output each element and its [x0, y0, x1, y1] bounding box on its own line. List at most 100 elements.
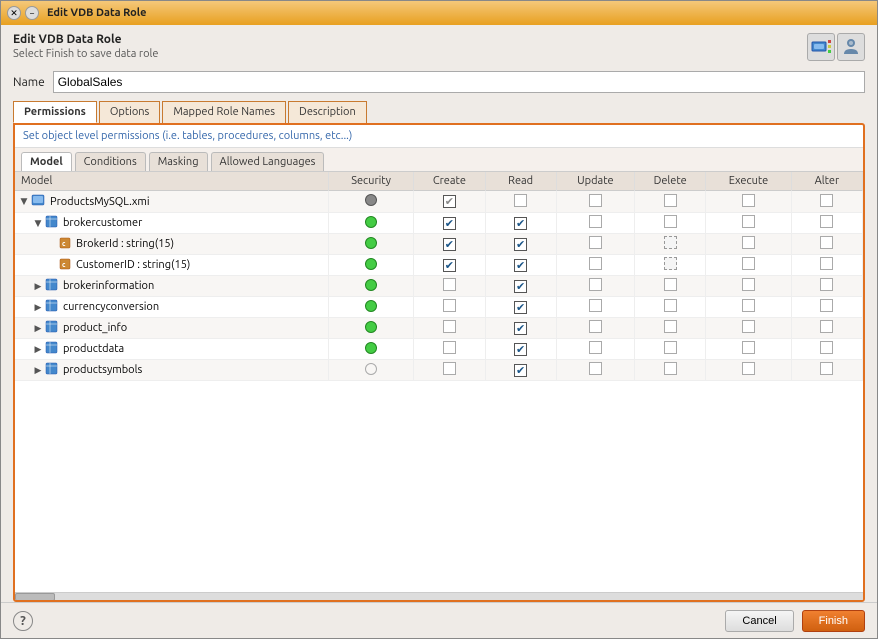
delete-cell[interactable]: [635, 339, 706, 360]
checkbox-unchecked[interactable]: [443, 320, 456, 333]
alter-cell[interactable]: [791, 318, 862, 339]
update-cell[interactable]: [556, 360, 634, 381]
checkbox-unchecked[interactable]: [742, 236, 755, 249]
checkbox-unchecked[interactable]: [664, 215, 677, 228]
execute-cell[interactable]: [706, 339, 791, 360]
checkbox-unchecked[interactable]: [664, 299, 677, 312]
name-input[interactable]: [53, 71, 865, 93]
inner-tab-masking[interactable]: Masking: [149, 152, 208, 171]
checkbox-checked[interactable]: ✔: [514, 238, 527, 251]
checkbox-unchecked[interactable]: [443, 278, 456, 291]
checkbox-unchecked[interactable]: [820, 341, 833, 354]
read-cell[interactable]: ✔: [485, 276, 556, 297]
execute-cell[interactable]: [706, 297, 791, 318]
execute-cell[interactable]: [706, 318, 791, 339]
read-cell[interactable]: ✔: [485, 339, 556, 360]
delete-cell[interactable]: [635, 234, 706, 255]
checkbox-checked[interactable]: ✔: [514, 217, 527, 230]
update-cell[interactable]: [556, 297, 634, 318]
checkbox-checked[interactable]: ✔: [514, 322, 527, 335]
checkbox-unchecked[interactable]: [664, 194, 677, 207]
update-cell[interactable]: [556, 318, 634, 339]
delete-cell[interactable]: [635, 297, 706, 318]
checkbox-unchecked[interactable]: [589, 320, 602, 333]
checkbox-unchecked[interactable]: [664, 320, 677, 333]
security-cell[interactable]: [328, 213, 413, 234]
execute-cell[interactable]: [706, 234, 791, 255]
finish-button[interactable]: Finish: [802, 610, 865, 632]
create-cell[interactable]: ✔: [414, 234, 485, 255]
scrollbar-thumb[interactable]: [15, 593, 55, 601]
expand-arrow[interactable]: ▶: [33, 344, 43, 355]
checkbox-unchecked[interactable]: [589, 278, 602, 291]
checkbox-unchecked[interactable]: [820, 236, 833, 249]
alter-cell[interactable]: [791, 213, 862, 234]
create-cell[interactable]: [414, 360, 485, 381]
alter-cell[interactable]: [791, 234, 862, 255]
checkbox-unchecked[interactable]: [443, 299, 456, 312]
checkbox-unchecked[interactable]: [443, 362, 456, 375]
checkbox-unchecked[interactable]: [742, 341, 755, 354]
checkbox-unchecked[interactable]: [742, 194, 755, 207]
inner-tab-allowed-languages[interactable]: Allowed Languages: [211, 152, 325, 171]
checkbox-unchecked[interactable]: [589, 299, 602, 312]
security-cell[interactable]: [328, 276, 413, 297]
create-cell[interactable]: [414, 276, 485, 297]
checkbox-unchecked[interactable]: [514, 194, 527, 207]
read-cell[interactable]: ✔: [485, 318, 556, 339]
delete-cell[interactable]: [635, 360, 706, 381]
close-button[interactable]: ✕: [7, 6, 21, 20]
create-cell[interactable]: ✔: [414, 191, 485, 213]
checkbox-unchecked[interactable]: [820, 194, 833, 207]
create-cell[interactable]: ✔: [414, 255, 485, 276]
alter-cell[interactable]: [791, 360, 862, 381]
read-cell[interactable]: ✔: [485, 255, 556, 276]
update-cell[interactable]: [556, 255, 634, 276]
expand-arrow[interactable]: ▼: [19, 196, 29, 207]
checkbox-checked[interactable]: ✔: [443, 217, 456, 230]
create-cell[interactable]: ✔: [414, 213, 485, 234]
execute-cell[interactable]: [706, 255, 791, 276]
alter-cell[interactable]: [791, 339, 862, 360]
checkbox-unchecked[interactable]: [589, 341, 602, 354]
checkbox-unchecked[interactable]: [589, 215, 602, 228]
checkbox-unchecked[interactable]: [589, 257, 602, 270]
checkbox-checked[interactable]: ✔: [514, 343, 527, 356]
security-cell[interactable]: [328, 318, 413, 339]
execute-cell[interactable]: [706, 213, 791, 234]
checkbox-unchecked-light[interactable]: [664, 257, 677, 270]
update-cell[interactable]: [556, 234, 634, 255]
security-cell[interactable]: [328, 191, 413, 213]
checkbox-unchecked[interactable]: [820, 362, 833, 375]
execute-cell[interactable]: [706, 191, 791, 213]
alter-cell[interactable]: [791, 297, 862, 318]
checkbox-unchecked[interactable]: [443, 341, 456, 354]
alter-cell[interactable]: [791, 191, 862, 213]
horizontal-scrollbar[interactable]: [15, 592, 863, 600]
create-cell[interactable]: [414, 339, 485, 360]
execute-cell[interactable]: [706, 276, 791, 297]
checkbox-checked[interactable]: ✔: [514, 259, 527, 272]
checkbox-unchecked[interactable]: [742, 299, 755, 312]
delete-cell[interactable]: [635, 191, 706, 213]
delete-cell[interactable]: [635, 255, 706, 276]
checkbox-unchecked[interactable]: [742, 215, 755, 228]
tab-options[interactable]: Options: [99, 101, 160, 123]
checkbox-unchecked[interactable]: [820, 215, 833, 228]
expand-arrow[interactable]: ▶: [33, 323, 43, 334]
checkbox-unchecked[interactable]: [742, 362, 755, 375]
checkbox-checked[interactable]: ✔: [443, 238, 456, 251]
update-cell[interactable]: [556, 339, 634, 360]
execute-cell[interactable]: [706, 360, 791, 381]
security-cell[interactable]: [328, 360, 413, 381]
checkbox-unchecked[interactable]: [742, 320, 755, 333]
checkbox-unchecked[interactable]: [589, 194, 602, 207]
checkbox-checked[interactable]: ✔: [514, 280, 527, 293]
checkbox-unchecked[interactable]: [742, 278, 755, 291]
checkbox-unchecked[interactable]: [664, 362, 677, 375]
checkbox-unchecked[interactable]: [664, 278, 677, 291]
security-cell[interactable]: [328, 297, 413, 318]
inner-tab-model[interactable]: Model: [21, 152, 72, 171]
read-cell[interactable]: ✔: [485, 360, 556, 381]
expand-arrow[interactable]: ▶: [33, 281, 43, 292]
